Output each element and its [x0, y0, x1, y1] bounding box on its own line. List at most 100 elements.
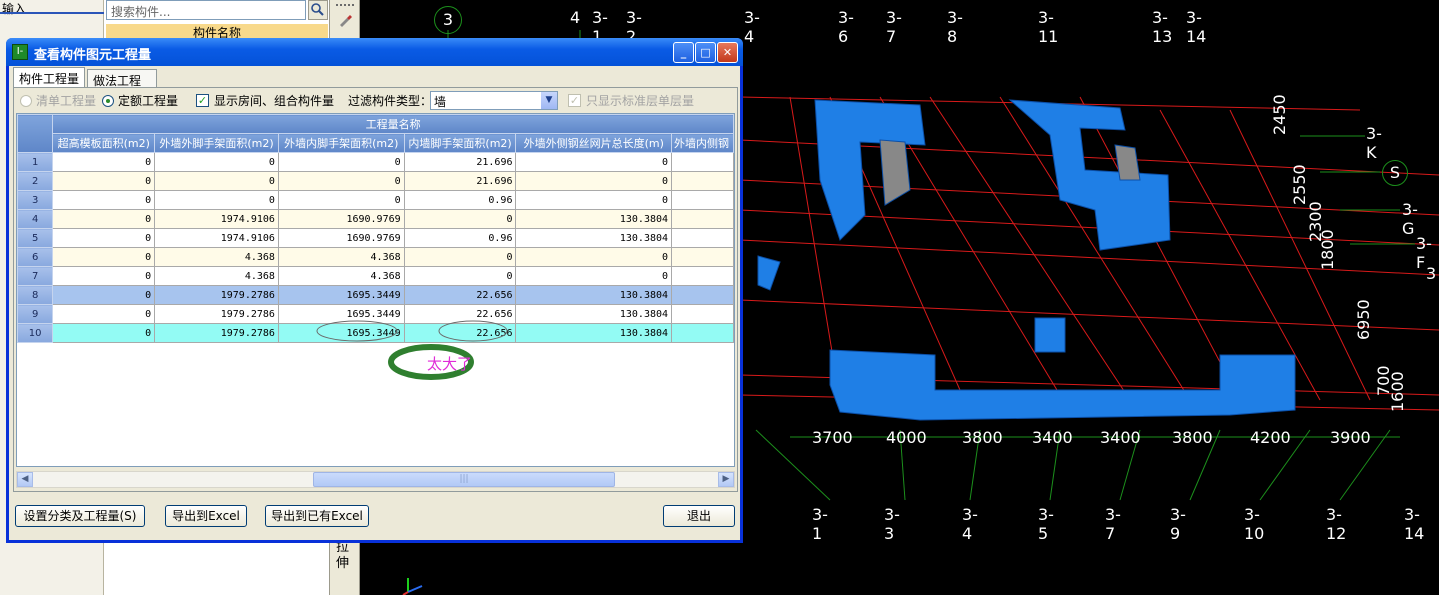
search-icon[interactable] — [308, 0, 328, 20]
table-row[interactable]: 4 0 1974.9106 1690.9769 0 130.3804 — [17, 209, 734, 229]
column-header[interactable]: 超高模板面积(m2) — [52, 133, 156, 153]
table-cell[interactable]: 0.96 — [403, 228, 517, 248]
column-header[interactable]: 外墙外脚手架面积(m2) — [154, 133, 279, 153]
table-cell[interactable] — [671, 323, 734, 343]
table-cell[interactable]: 1974.9106 — [154, 228, 279, 248]
table-cell[interactable] — [671, 266, 734, 286]
tab-component-quantity[interactable]: 构件工程量 — [13, 67, 85, 88]
table-cell[interactable]: 22.656 — [403, 323, 517, 343]
column-header[interactable]: 外墙内侧钢 — [671, 133, 734, 153]
table-cell[interactable]: 130.3804 — [515, 304, 673, 324]
component-type-select[interactable]: 墙 ▼ — [430, 91, 558, 110]
table-cell[interactable]: 130.3804 — [515, 228, 673, 248]
table-cell[interactable]: 1690.9769 — [277, 228, 405, 248]
table-cell[interactable] — [671, 209, 734, 229]
row-number[interactable]: 3 — [17, 190, 54, 210]
row-number[interactable]: 6 — [17, 247, 54, 267]
std-floor-checkbox[interactable]: ✓ 只显示标准层单层量 — [568, 92, 694, 109]
table-cell[interactable]: 0 — [52, 190, 156, 210]
row-number[interactable]: 5 — [17, 228, 54, 248]
table-cell[interactable]: 0 — [154, 190, 279, 210]
table-cell[interactable]: 1690.9769 — [277, 209, 405, 229]
table-row[interactable]: 2 0 0 0 21.696 0 — [17, 171, 734, 191]
table-row[interactable]: 6 0 4.368 4.368 0 0 — [17, 247, 734, 267]
row-number[interactable]: 1 — [17, 152, 54, 172]
table-row[interactable]: 7 0 4.368 4.368 0 0 — [17, 266, 734, 286]
table-cell[interactable]: 0 — [277, 171, 405, 191]
table-cell[interactable]: 1974.9106 — [154, 209, 279, 229]
table-cell[interactable] — [671, 228, 734, 248]
table-cell[interactable]: 0 — [52, 304, 156, 324]
table-cell[interactable]: 1979.2786 — [154, 323, 279, 343]
setup-category-button[interactable]: 设置分类及工程量(S) — [15, 505, 145, 527]
brush-icon[interactable] — [337, 12, 353, 28]
table-cell[interactable]: 0 — [52, 171, 156, 191]
horizontal-scrollbar[interactable]: ◀ ||| ▶ — [16, 471, 735, 488]
table-row[interactable]: 1 0 0 0 21.696 0 — [17, 152, 734, 172]
column-header[interactable]: 内墙脚手架面积(m2) — [403, 133, 517, 153]
table-row[interactable]: 10 0 1979.2786 1695.3449 22.656 130.3804 — [17, 323, 734, 343]
export-existing-excel-button[interactable]: 导出到已有Excel — [265, 505, 369, 527]
minimize-button[interactable]: _ — [673, 42, 694, 63]
table-cell[interactable] — [671, 304, 734, 324]
table-cell[interactable]: 21.696 — [403, 152, 517, 172]
maximize-button[interactable]: □ — [695, 42, 716, 63]
table-cell[interactable]: 4.368 — [277, 266, 405, 286]
table-cell[interactable]: 0 — [515, 171, 673, 191]
table-cell[interactable]: 0 — [403, 247, 517, 267]
table-cell[interactable]: 0 — [403, 266, 517, 286]
exit-button[interactable]: 退出 — [663, 505, 735, 527]
table-cell[interactable]: 0.96 — [403, 190, 517, 210]
table-row[interactable]: 9 0 1979.2786 1695.3449 22.656 130.3804 — [17, 304, 734, 324]
table-cell[interactable]: 0 — [515, 152, 673, 172]
table-cell[interactable]: 0 — [277, 152, 405, 172]
table-cell[interactable] — [671, 285, 734, 305]
scroll-thumb[interactable]: ||| — [313, 472, 615, 487]
row-number[interactable]: 7 — [17, 266, 54, 286]
table-cell[interactable]: 0 — [403, 209, 517, 229]
row-number[interactable]: 2 — [17, 171, 54, 191]
table-cell[interactable]: 0 — [515, 190, 673, 210]
table-cell[interactable]: 0 — [52, 323, 156, 343]
table-row[interactable]: 8 0 1979.2786 1695.3449 22.656 130.3804 — [17, 285, 734, 305]
show-room-checkbox[interactable]: ✓ 显示房间、组合构件量 — [196, 92, 334, 109]
table-cell[interactable]: 21.696 — [403, 171, 517, 191]
table-cell[interactable]: 0 — [154, 152, 279, 172]
quota-qty-radio[interactable]: 定额工程量 — [102, 92, 178, 109]
row-number[interactable]: 4 — [17, 209, 54, 229]
table-cell[interactable]: 0 — [52, 152, 156, 172]
row-number[interactable]: 9 — [17, 304, 54, 324]
stretch-tool-label[interactable]: 拉伸 — [336, 540, 354, 572]
close-button[interactable]: ✕ — [717, 42, 738, 63]
dialog-title-bar[interactable]: I- 查看构件图元工程量 _ □ ✕ — [6, 38, 743, 66]
table-cell[interactable] — [671, 247, 734, 267]
table-cell[interactable]: 0 — [515, 266, 673, 286]
table-row[interactable]: 5 0 1974.9106 1690.9769 0.96 130.3804 — [17, 228, 734, 248]
table-cell[interactable]: 1695.3449 — [277, 323, 405, 343]
table-cell[interactable]: 0 — [52, 266, 156, 286]
table-cell[interactable]: 4.368 — [154, 266, 279, 286]
table-cell[interactable]: 4.368 — [154, 247, 279, 267]
table-cell[interactable]: 1979.2786 — [154, 304, 279, 324]
table-cell[interactable]: 130.3804 — [515, 323, 673, 343]
row-number[interactable]: 8 — [17, 285, 54, 305]
table-cell[interactable]: 130.3804 — [515, 285, 673, 305]
table-cell[interactable]: 0 — [52, 285, 156, 305]
column-header[interactable]: 外墙外侧钢丝网片总长度(m) — [515, 133, 673, 153]
tab-method-quantity[interactable]: 做法工程量 — [87, 69, 157, 105]
quantity-grid[interactable]: 工程量名称 超高模板面积(m2) 外墙外脚手架面积(m2) 外墙内脚手架面积(m… — [16, 113, 735, 467]
table-cell[interactable]: 0 — [154, 171, 279, 191]
table-cell[interactable] — [671, 171, 734, 191]
table-cell[interactable]: 0 — [52, 228, 156, 248]
table-cell[interactable]: 1695.3449 — [277, 304, 405, 324]
chevron-down-icon[interactable]: ▼ — [541, 92, 557, 109]
table-cell[interactable]: 22.656 — [403, 285, 517, 305]
table-cell[interactable]: 0 — [52, 209, 156, 229]
scroll-right-icon[interactable]: ▶ — [718, 472, 734, 487]
table-cell[interactable]: 22.656 — [403, 304, 517, 324]
table-cell[interactable] — [671, 152, 734, 172]
export-excel-button[interactable]: 导出到Excel — [165, 505, 247, 527]
row-number[interactable]: 10 — [17, 323, 54, 343]
table-cell[interactable] — [671, 190, 734, 210]
table-row[interactable]: 3 0 0 0 0.96 0 — [17, 190, 734, 210]
